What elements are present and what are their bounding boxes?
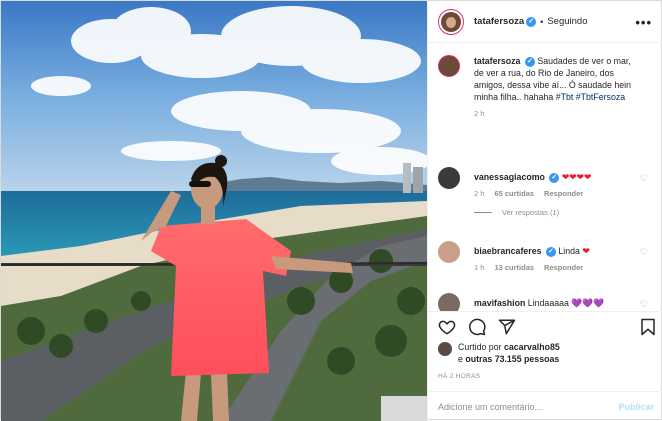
caption: tatafersoza ✓ Saudades de ver o mar, de … [438, 55, 652, 118]
liker-avatar[interactable] [438, 342, 452, 356]
comment-heart-icon[interactable]: ♡ [640, 173, 648, 184]
following-button[interactable]: Seguindo [547, 16, 587, 27]
author-avatar[interactable] [438, 8, 464, 35]
caption-age: 2 h [474, 109, 485, 118]
commenter-avatar[interactable] [438, 293, 460, 311]
replies-line [474, 212, 492, 213]
comment-icon[interactable] [468, 318, 486, 336]
comment-heart-icon[interactable]: ♡ [640, 247, 648, 258]
commenter-username[interactable]: vanessagiacomo [474, 172, 545, 182]
caption-username[interactable]: tatafersoza [474, 56, 520, 66]
view-replies-button[interactable]: Ver respostas (1) [474, 208, 652, 217]
likes-summary: Curtido por cacarvalho85 e outras 73.155… [438, 341, 658, 365]
commenter-avatar[interactable] [438, 241, 460, 263]
publish-button[interactable]: Publicar [618, 402, 654, 412]
comment-emoji: 💜💜💜 [571, 298, 605, 308]
share-icon[interactable] [498, 318, 516, 336]
verified-icon: ✓ [545, 246, 556, 257]
verified-icon: ✓ [526, 16, 537, 27]
post-photo[interactable] [1, 1, 427, 421]
comment-text: ❤❤❤❤ [561, 172, 592, 182]
heart-icon[interactable] [438, 318, 456, 336]
comment-input[interactable] [438, 401, 619, 412]
comment-heart-icon[interactable]: ♡ [640, 299, 648, 310]
comment-item: biaebrancaferes ✓ Linda ❤ ♡ 1 h 13 curti… [438, 241, 652, 272]
comment-likes[interactable]: 65 curtidas [494, 189, 534, 198]
comment-age: 1 h [474, 263, 485, 272]
comment-text: Lindaaaaa [527, 298, 569, 308]
comment-emoji: ❤ [582, 246, 590, 256]
commenter-username[interactable]: biaebrancaferes [474, 246, 541, 256]
post-sidebar: tatafersoza ✓ • Seguindo ••• tatafersoza… [427, 1, 662, 421]
likes-count[interactable]: outras 73.155 pessoas [465, 354, 559, 364]
likes-and: e [458, 354, 463, 364]
comment-likes[interactable]: 13 curtidas [494, 263, 534, 272]
caption-avatar[interactable] [438, 55, 460, 77]
hashtag-link[interactable]: #TbtFersoza [576, 92, 625, 102]
reply-button[interactable]: Responder [544, 263, 583, 272]
more-icon[interactable]: ••• [635, 15, 652, 30]
post-header: tatafersoza ✓ • Seguindo ••• [428, 1, 662, 43]
liker-username[interactable]: cacarvalho85 [504, 342, 560, 352]
instagram-post: tatafersoza ✓ • Seguindo ••• tatafersoza… [0, 0, 662, 421]
hashtag-link[interactable]: #Tbt [556, 92, 574, 102]
header-separator: • [540, 16, 544, 27]
comments-list[interactable]: tatafersoza ✓ Saudades de ver o mar, de … [428, 43, 662, 311]
commenter-username[interactable]: mavifashion [474, 298, 525, 308]
view-replies-label: Ver respostas (1) [502, 208, 560, 217]
verified-icon: ✓ [549, 172, 560, 183]
verified-icon: ✓ [524, 56, 535, 67]
comment-item: mavifashion Lindaaaaa 💜💜💜 ♡ [438, 293, 652, 311]
bookmark-icon[interactable] [640, 318, 656, 336]
action-bar [428, 311, 662, 341]
add-comment-bar: Publicar [428, 391, 662, 421]
comment-item: vanessagiacomo ✓ ❤❤❤❤ ♡ 2 h 65 curtidas … [438, 167, 652, 217]
reply-button[interactable]: Responder [544, 189, 583, 198]
post-timestamp[interactable]: HÁ 2 HORAS [438, 373, 480, 380]
commenter-avatar[interactable] [438, 167, 460, 189]
comment-text: Linda [558, 246, 580, 256]
likes-prefix: Curtido por [458, 342, 502, 352]
comment-age: 2 h [474, 189, 485, 198]
author-username[interactable]: tatafersoza [474, 16, 524, 27]
